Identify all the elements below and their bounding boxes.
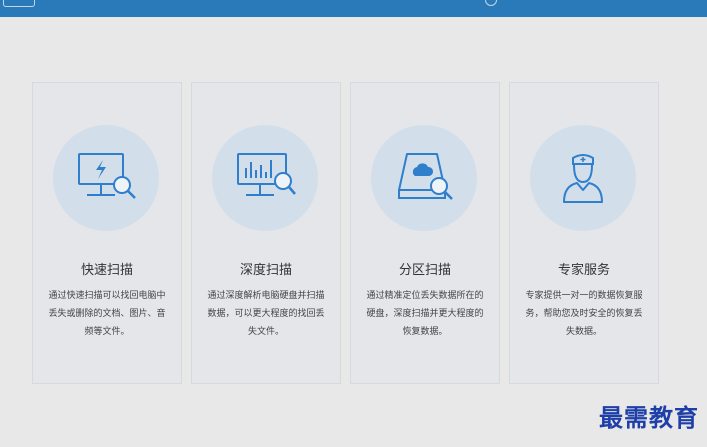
partition-scan-card[interactable]: 分区扫描 通过精准定位丢失数据所在的硬盘，深度扫描并更大程度的恢复数据。	[350, 82, 500, 384]
expert-service-icon-circle	[530, 125, 636, 231]
card-title: 专家服务	[557, 263, 610, 278]
user-icon[interactable]	[485, 0, 497, 6]
card-description: 通过精准定位丢失数据所在的硬盘，深度扫描并更大程度的恢复数据。	[366, 291, 484, 337]
card-description: 通过深度解析电脑硬盘并扫描数据，可以更大程度的找回丢失文件。	[207, 291, 325, 337]
quick-scan-icon-circle	[53, 125, 159, 231]
card-title: 分区扫描	[398, 263, 451, 278]
menu-button[interactable]	[3, 0, 35, 7]
quick-scan-card[interactable]: 快速扫描 通过快速扫描可以找回电脑中丢失或删除的文档、图片、音频等文件。	[32, 82, 182, 384]
watermark-logo: 最需教育	[599, 403, 699, 432]
expert-service-card[interactable]: 专家服务 专家提供一对一的数据恢复服务，帮助您及时安全的恢复丢失数据。	[509, 82, 659, 384]
top-bar	[0, 0, 707, 17]
doctor-icon	[563, 154, 603, 203]
partition-scan-icon-circle	[371, 125, 477, 231]
disk-cloud-scan-icon	[398, 153, 453, 200]
monitor-scan-icon	[78, 153, 136, 199]
card-title: 深度扫描	[239, 263, 292, 278]
deep-scan-card[interactable]: 深度扫描 通过深度解析电脑硬盘并扫描数据，可以更大程度的找回丢失文件。	[191, 82, 341, 384]
monitor-chart-scan-icon	[237, 153, 296, 196]
card-description: 通过快速扫描可以找回电脑中丢失或删除的文档、图片、音频等文件。	[48, 291, 166, 337]
card-description: 专家提供一对一的数据恢复服务，帮助您及时安全的恢复丢失数据。	[525, 291, 643, 337]
card-title: 快速扫描	[80, 263, 133, 278]
deep-scan-icon-circle	[212, 125, 318, 231]
